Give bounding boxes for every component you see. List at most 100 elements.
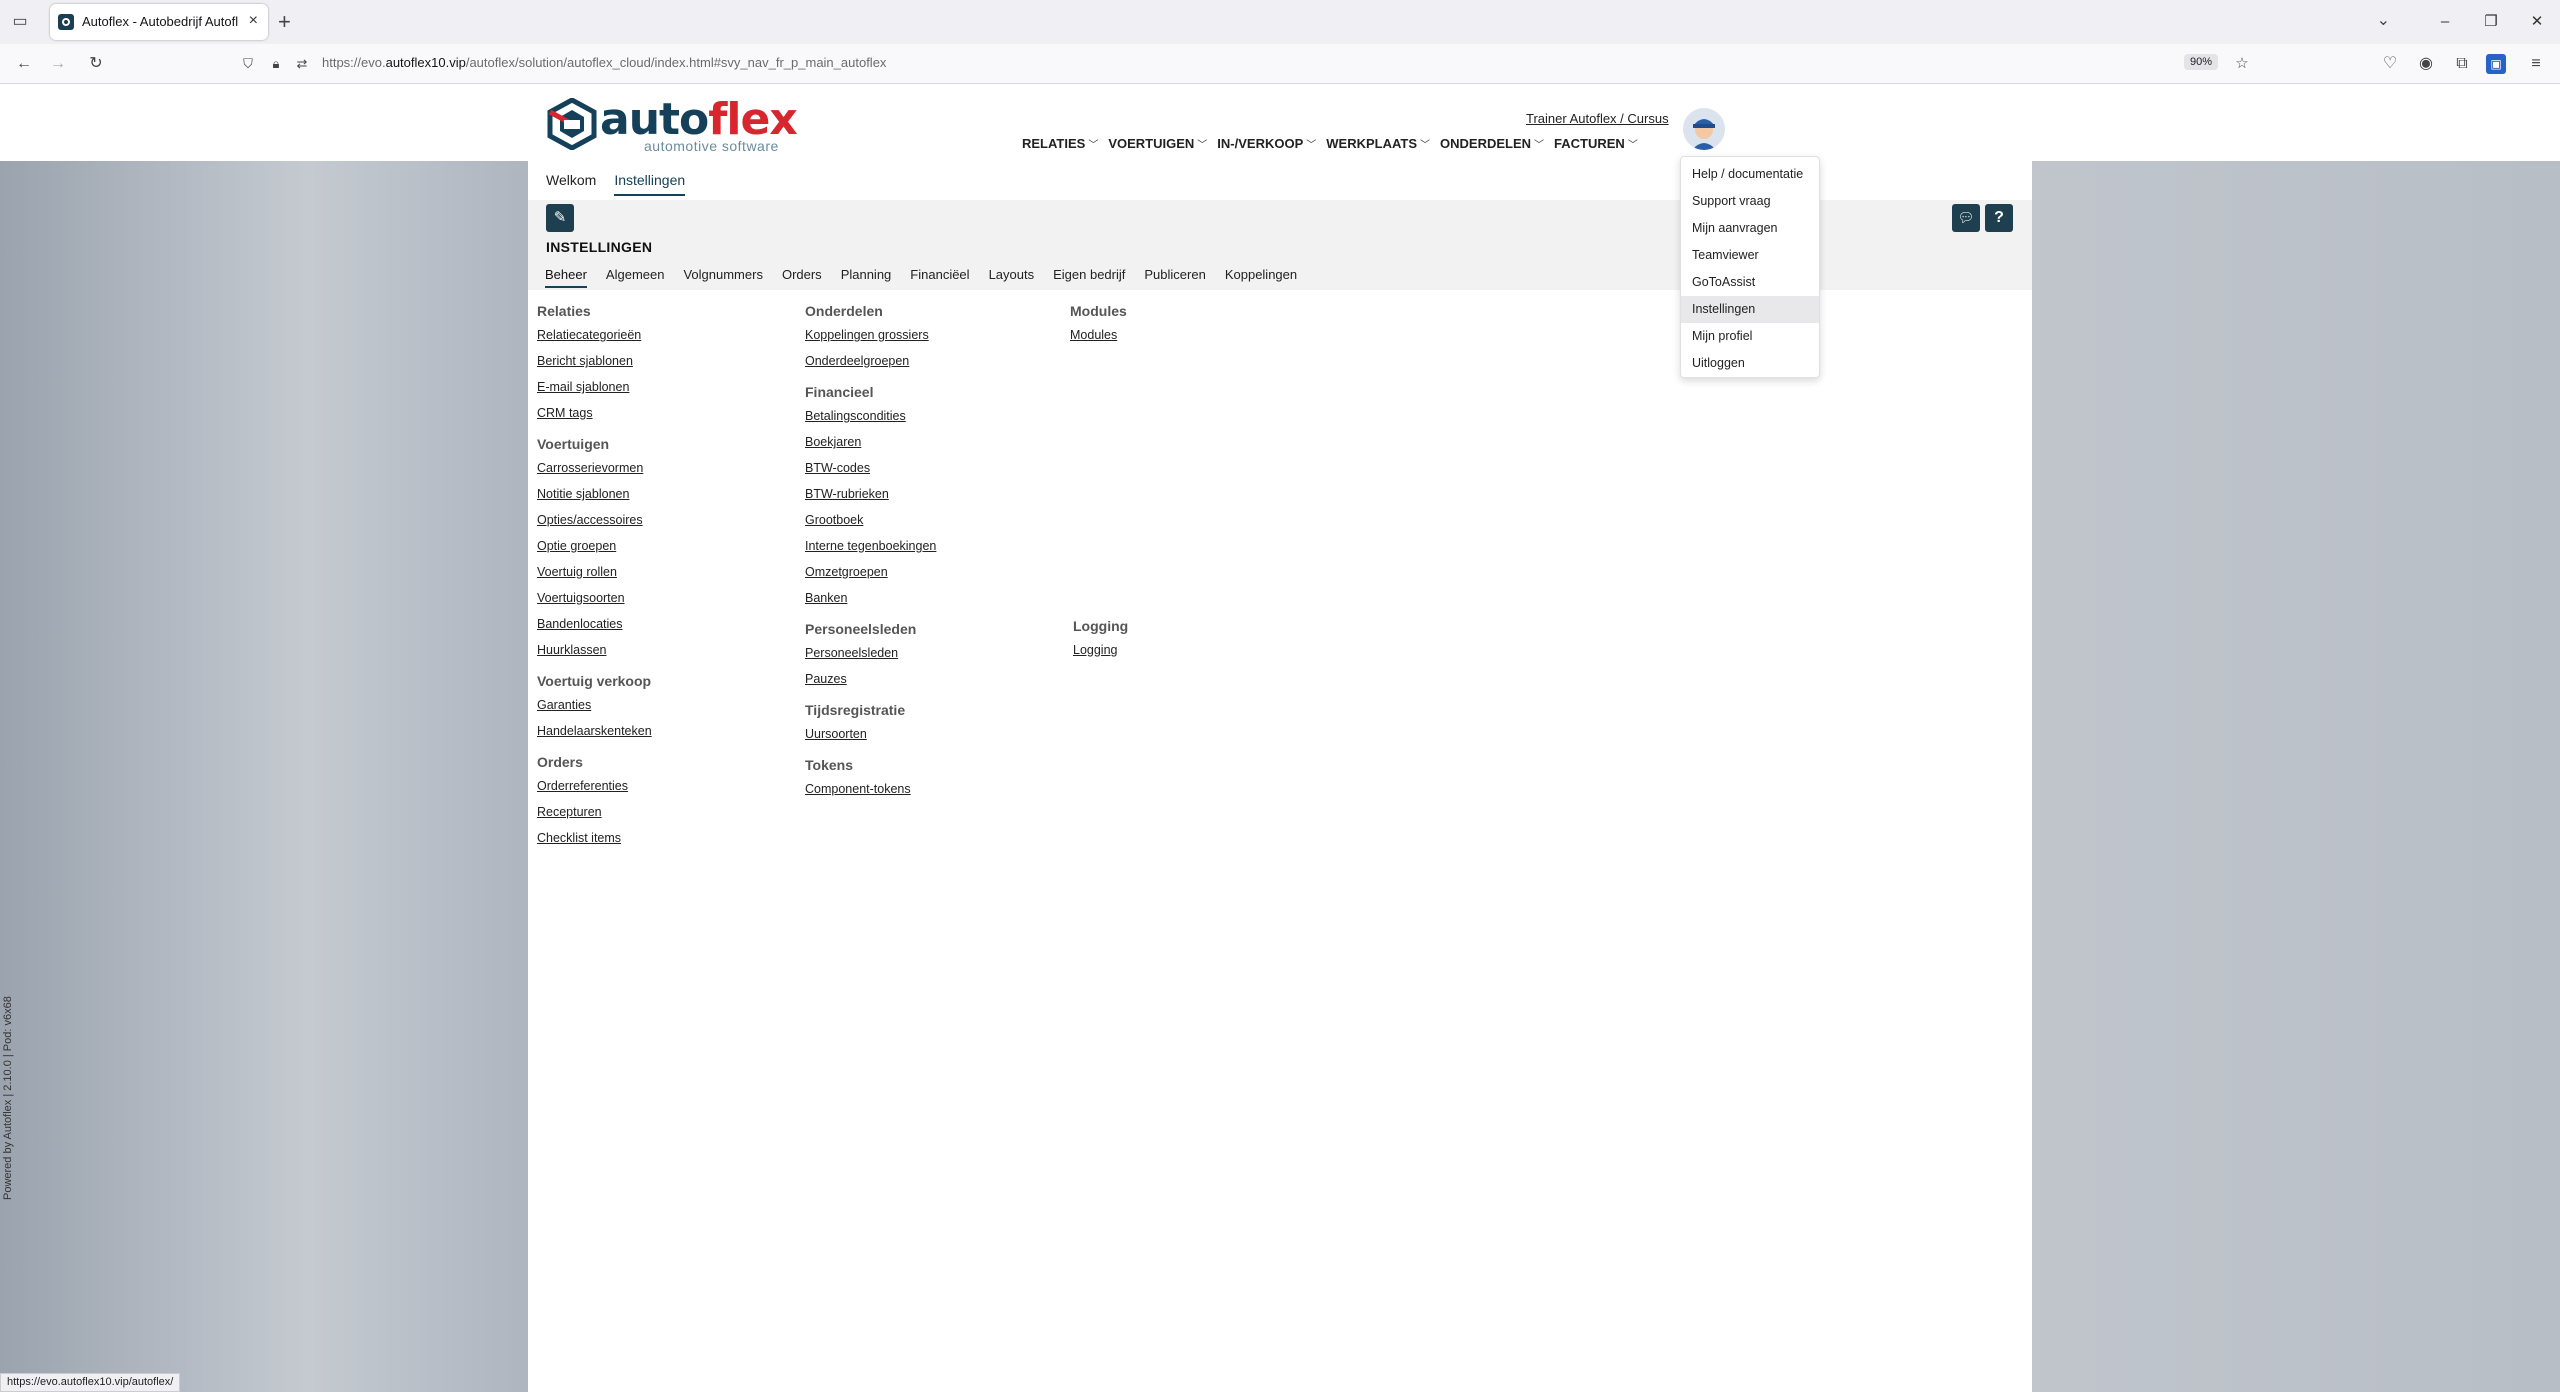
link-btw-rubrieken[interactable]: BTW-rubrieken	[805, 487, 936, 501]
tab-title: Autoflex - Autobedrijf Autoflex	[82, 14, 238, 29]
powered-by-text: Powered by Autoflex | 2.10.0 | Pod: v6x6…	[2, 996, 14, 1200]
forward-icon[interactable]: →	[46, 52, 70, 76]
edit-button[interactable]: ✎	[546, 204, 574, 232]
autoflex-logo[interactable]: autoflex automotive software	[546, 94, 798, 156]
group-title: Voertuig verkoop	[537, 673, 652, 689]
link-koppelingen-grossiers[interactable]: Koppelingen grossiers	[805, 328, 936, 342]
link-betalingscondities[interactable]: Betalingscondities	[805, 409, 936, 423]
tab-volgnummers[interactable]: Volgnummers	[683, 267, 762, 288]
menu-teamviewer[interactable]: Teamviewer	[1681, 242, 1819, 269]
minimize-icon[interactable]: –	[2422, 0, 2468, 44]
menu-icon[interactable]: ≡	[2524, 52, 2548, 76]
nav-werkplaats[interactable]: WERKPLAATS ﹀	[1326, 136, 1430, 151]
tab-koppelingen[interactable]: Koppelingen	[1225, 267, 1297, 288]
link-grootboek[interactable]: Grootboek	[805, 513, 936, 527]
menu-mijn-profiel[interactable]: Mijn profiel	[1681, 323, 1819, 350]
link-modules[interactable]: Modules	[1070, 328, 1127, 342]
user-avatar[interactable]	[1683, 108, 1725, 150]
tab-algemeen[interactable]: Algemeen	[606, 267, 665, 288]
chat-button[interactable]: 💬︎	[1952, 204, 1980, 232]
close-window-icon[interactable]: ✕	[2514, 0, 2560, 44]
nav-facturen[interactable]: FACTUREN ﹀	[1554, 136, 1638, 151]
link-boekjaren[interactable]: Boekjaren	[805, 435, 936, 449]
tab-planning[interactable]: Planning	[841, 267, 892, 288]
menu-help-documentatie[interactable]: Help / documentatie	[1681, 161, 1819, 188]
menu-mijn-aanvragen[interactable]: Mijn aanvragen	[1681, 215, 1819, 242]
tab-financieel[interactable]: Financiëel	[910, 267, 969, 288]
menu-support-vraag[interactable]: Support vraag	[1681, 188, 1819, 215]
link-email-sjablonen[interactable]: E-mail sjablonen	[537, 380, 652, 394]
link-interne-tegenboekingen[interactable]: Interne tegenboekingen	[805, 539, 936, 553]
menu-gotoassist[interactable]: GoToAssist	[1681, 269, 1819, 296]
group-orders: Orders Orderreferenties Recepturen Check…	[537, 754, 652, 845]
link-bandenlocaties[interactable]: Bandenlocaties	[537, 617, 652, 631]
back-icon[interactable]: ←	[12, 52, 36, 76]
nav-voertuigen[interactable]: VOERTUIGEN ﹀	[1108, 136, 1207, 151]
link-handelaarskenteken[interactable]: Handelaarskenteken	[537, 724, 652, 738]
group-title: Voertuigen	[537, 436, 610, 452]
page-title: INSTELLINGEN	[546, 239, 653, 255]
window-controls: – ❐ ✕	[2422, 0, 2560, 44]
list-all-tabs-icon[interactable]: ⌄	[2377, 10, 2390, 30]
link-btw-codes[interactable]: BTW-codes	[805, 461, 936, 475]
link-huurklassen[interactable]: Huurklassen	[537, 643, 652, 657]
extension-badge-icon[interactable]: ▣	[2486, 54, 2506, 74]
close-tab-icon[interactable]: ×	[249, 12, 258, 30]
user-name-link[interactable]: Trainer Autoflex / Cursus	[1526, 111, 1669, 126]
menu-uitloggen[interactable]: Uitloggen	[1681, 350, 1819, 377]
nav-relaties[interactable]: RELATIES ﹀	[1022, 136, 1098, 151]
browser-tab[interactable]: Autoflex - Autobedrijf Autoflex ×	[50, 4, 268, 40]
link-notitie-sjablonen[interactable]: Notitie sjablonen	[537, 487, 652, 501]
help-button[interactable]: ?	[1985, 204, 2013, 232]
link-garanties[interactable]: Garanties	[537, 698, 652, 712]
chevron-down-icon: ﹀	[1534, 140, 1545, 151]
tab-welkom[interactable]: Welkom	[546, 172, 596, 196]
bookmark-star-icon[interactable]: ☆	[2230, 52, 2254, 76]
link-pauzes[interactable]: Pauzes	[805, 672, 936, 686]
group-title: Tokens	[805, 757, 853, 773]
link-uursoorten[interactable]: Uursoorten	[805, 727, 936, 741]
tab-orders[interactable]: Orders	[782, 267, 822, 288]
tab-publiceren[interactable]: Publiceren	[1144, 267, 1205, 288]
group-title: Logging	[1073, 618, 1129, 634]
link-checklist-items[interactable]: Checklist items	[537, 831, 652, 845]
tab-instellingen[interactable]: Instellingen	[614, 172, 686, 196]
tab-eigen-bedrijf[interactable]: Eigen bedrijf	[1053, 267, 1125, 288]
link-logging[interactable]: Logging	[1073, 643, 1128, 657]
url-text[interactable]: https://evo.autoflex10.vip/autoflex/solu…	[322, 55, 886, 70]
link-onderdeelgroepen[interactable]: Onderdeelgroepen	[805, 354, 936, 368]
reload-icon[interactable]: ↻	[84, 52, 108, 76]
link-voertuig-rollen[interactable]: Voertuig rollen	[537, 565, 652, 579]
link-crm-tags[interactable]: CRM tags	[537, 406, 652, 420]
group-personeelsleden: Personeelsleden Personeelsleden Pauzes	[805, 621, 936, 686]
new-tab-icon[interactable]: +	[278, 8, 291, 36]
tab-beheer[interactable]: Beheer	[545, 267, 587, 288]
nav-onderdelen[interactable]: ONDERDELEN ﹀	[1440, 136, 1544, 151]
menu-instellingen[interactable]: Instellingen	[1681, 296, 1819, 323]
link-omzetgroepen[interactable]: Omzetgroepen	[805, 565, 936, 579]
link-personeelsleden[interactable]: Personeelsleden	[805, 646, 936, 660]
logo-tagline: automotive software	[644, 138, 779, 154]
restore-icon[interactable]: ❐	[2468, 0, 2514, 44]
link-banken[interactable]: Banken	[805, 591, 936, 605]
nav-in-verkoop[interactable]: IN-/VERKOOP ﹀	[1217, 136, 1316, 151]
link-relatiecategorieen[interactable]: Relatiecategorieën	[537, 328, 652, 342]
group-voertuigen: Voertuigen Carrosserievormen Notitie sja…	[537, 436, 652, 657]
link-component-tokens[interactable]: Component-tokens	[805, 782, 936, 796]
link-orderreferenties[interactable]: Orderreferenties	[537, 779, 652, 793]
pocket-icon[interactable]: ♡	[2378, 52, 2402, 76]
zoom-level[interactable]: 90%	[2184, 54, 2219, 70]
link-optie-groepen[interactable]: Optie groepen	[537, 539, 652, 553]
account-icon[interactable]: ◉	[2414, 52, 2438, 76]
link-bericht-sjablonen[interactable]: Bericht sjablonen	[537, 354, 652, 368]
chevron-down-icon: ﹀	[1420, 140, 1431, 151]
extensions-icon[interactable]: ⧉	[2450, 52, 2474, 76]
link-voertuigsoorten[interactable]: Voertuigsoorten	[537, 591, 652, 605]
status-url: https://evo.autoflex10.vip/autoflex/	[0, 1373, 181, 1392]
page-tabs: Welkom Instellingen	[546, 172, 703, 196]
tab-layouts[interactable]: Layouts	[989, 267, 1035, 288]
link-recepturen[interactable]: Recepturen	[537, 805, 652, 819]
link-carrosserievormen[interactable]: Carrosserievormen	[537, 461, 652, 475]
link-opties-accessoires[interactable]: Opties/accessoires	[537, 513, 652, 527]
tab-list-icon[interactable]: ▭	[8, 10, 32, 34]
